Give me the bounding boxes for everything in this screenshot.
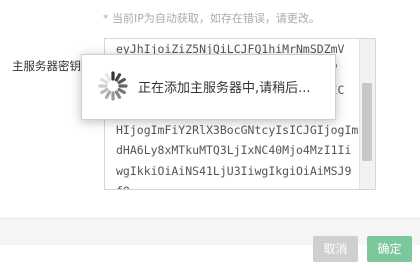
textarea-scrollbar[interactable] (359, 39, 375, 189)
key-line: dHA6Ly8xMTkuMTQ3LjIxNC40Mjo4MzI1Ii (116, 143, 352, 158)
key-line: wgIkkiOiAiNS41LjU3IiwgIkgiOiAiMSJ9 (116, 163, 352, 178)
scrollbar-thumb[interactable] (362, 83, 372, 161)
loading-dialog: 正在添加主服务器中,请稍后... (81, 54, 336, 120)
loading-spinner-icon (98, 71, 128, 101)
key-line: HIjogImFiY2RlX3BocGNtcyIsICJGIjogImh0 (116, 123, 360, 138)
loading-message: 正在添加主服务器中,请稍后... (138, 81, 311, 96)
ip-hint-text: * 当前IP为自动获取，如存在错误，请更改。 (103, 12, 320, 25)
cancel-button[interactable]: 取消 (313, 236, 358, 262)
master-key-label: 主服务器密钥 (12, 59, 81, 73)
confirm-button[interactable]: 确定 (367, 236, 412, 262)
key-line: fQ== (116, 181, 360, 189)
